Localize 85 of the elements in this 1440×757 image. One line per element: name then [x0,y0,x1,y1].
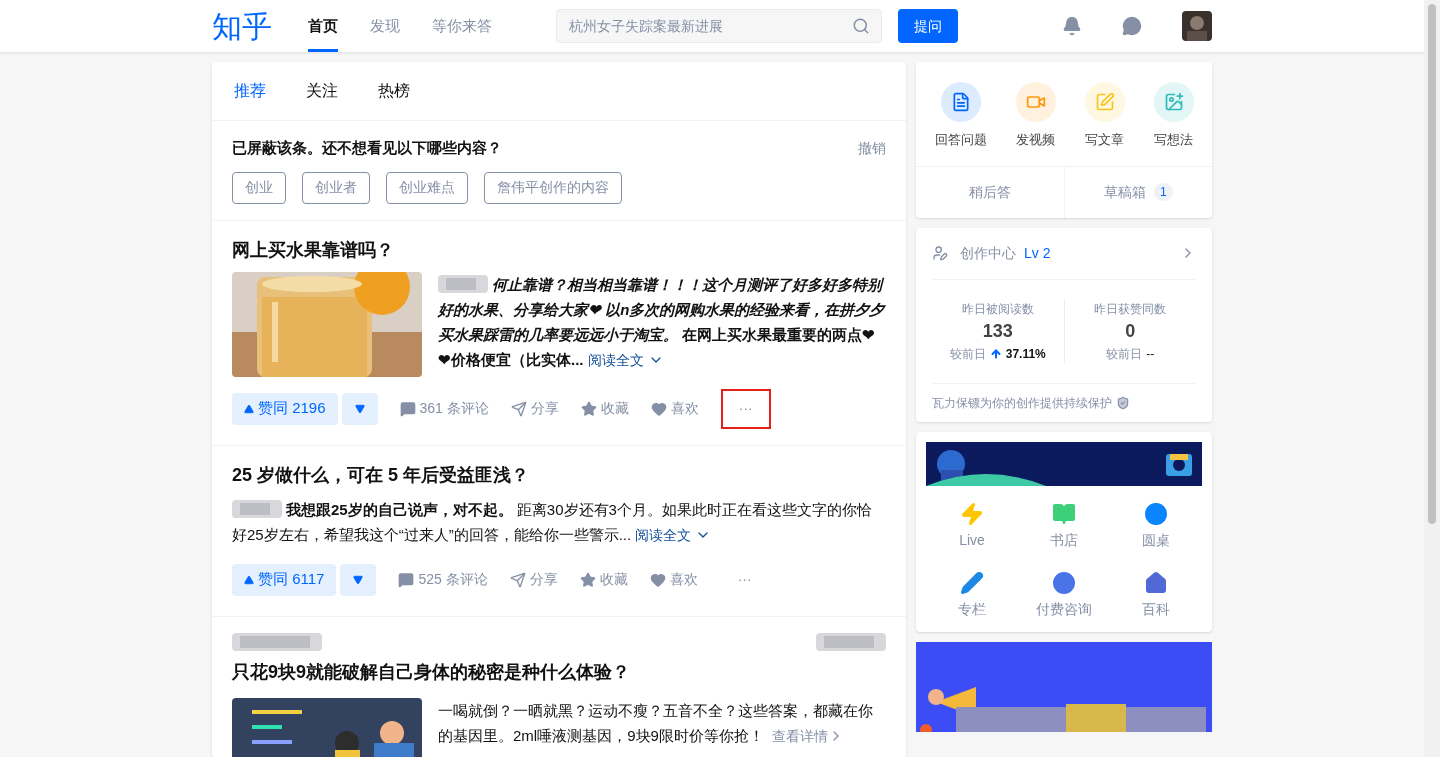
details-link[interactable]: 查看详情 [771,723,844,749]
tool-link[interactable]: 书店 [1018,501,1110,551]
stat-change: -- [1146,345,1155,363]
nav-tab[interactable]: 发现 [370,0,400,52]
ad-title[interactable]: 只花9块9就能破解自己身体的秘密是种什么体验？ [232,658,886,686]
feed-tab[interactable]: 推荐 [234,79,266,103]
triangle-icon [244,574,254,585]
downvote-button[interactable] [340,563,377,596]
upvote-button[interactable]: 赞同 6117 [232,563,337,596]
tool-link[interactable]: 圆桌 [1110,501,1202,551]
blocked-message: 已屏蔽该条。还不想看见以下哪些内容？ [232,138,502,158]
stat-value: 133 [982,319,1013,343]
tool-link[interactable]: 付费咨询 [1018,570,1110,620]
blurred-avatar [816,632,886,651]
question-title[interactable]: 25 岁做什么，可在 5 年后受益匪浅？ [232,461,886,489]
stat-label: 昨日被阅读数 [961,300,1034,318]
create-action[interactable]: 写想法 [1153,82,1194,150]
user-pen-icon [932,245,948,261]
like-button[interactable]: 喜欢 [649,569,698,590]
collect-button[interactable]: 收藏 [580,398,629,419]
tool-link[interactable]: 专栏 [926,570,1018,620]
blurred-avatar [438,274,488,293]
comment-icon [398,571,415,588]
like-button[interactable]: 喜欢 [650,398,699,419]
question-title[interactable]: 网上买水果靠谱吗？ [232,236,886,264]
blurred-avatar [232,499,282,518]
nav-tab[interactable]: 等你来答 [432,0,492,52]
notification-bell-icon[interactable] [1062,16,1082,36]
heart-icon [649,571,666,588]
arrow-up-icon [989,347,1002,360]
draft-count: 1 [1153,183,1173,201]
tool-link[interactable]: 百科 [1110,570,1202,620]
compare-label: 较前日 [949,345,986,363]
more-button[interactable]: ··· [720,388,771,429]
star-icon [580,400,597,417]
feed-tab[interactable]: 热榜 [378,79,410,103]
nav-tab[interactable]: 首页 [308,0,338,52]
chat-icon[interactable] [1122,16,1142,36]
answer-excerpt[interactable]: 我想跟25岁的自己说声，对不起。 距离30岁还有3个月。如果此时正在看这些文字的你恰好25岁左右，希望我这个“过来人”的回答，能给你一些警示... 阅读全文 [232,496,886,548]
topic-tag[interactable]: 创业难点 [386,171,468,204]
search-field[interactable]: 杭州女子失踪案最新进展 [556,9,882,43]
drafts-button[interactable]: 草稿箱 1 [1064,166,1212,218]
protection-note: 瓦力保镖为你的创作提供持续保护 [932,394,1112,412]
topic-tag[interactable]: 创业 [232,171,286,204]
stat-change: 37.11% [1005,345,1046,363]
comment-button[interactable]: 525 条评论 [398,569,488,590]
creator-level: Lv 2 [1024,243,1051,263]
feed-tab[interactable]: 关注 [306,79,338,103]
ad-excerpt: 一喝就倒？一晒就黑？运动不瘦？五音不全？这些答案，都藏在你的基因里。2ml唾液测基因，9块9限时价等你抢！ 查看详情 [438,697,886,749]
triangle-icon [353,574,364,585]
compare-label: 较前日 [1106,345,1143,363]
read-more-link[interactable]: 阅读全文 [587,347,664,373]
stat-label: 昨日获赞同数 [1094,300,1167,318]
read-more-link[interactable]: 阅读全文 [635,522,712,548]
star-icon [579,571,596,588]
topic-tag[interactable]: 詹伟平创作的内容 [484,171,622,204]
ask-button[interactable]: 提问 [898,9,958,43]
create-action[interactable]: 回答问题 [934,82,987,150]
site-logo[interactable]: 知乎 [212,3,272,49]
search-icon [852,17,870,35]
shield-icon [1116,395,1130,410]
share-icon [509,571,526,588]
stat-value: 0 [1125,319,1136,343]
share-button[interactable]: 分享 [510,398,559,419]
share-button[interactable]: 分享 [509,569,558,590]
collect-button[interactable]: 收藏 [579,569,628,590]
triangle-icon [354,403,365,414]
tool-link[interactable]: Live [926,501,1018,551]
triangle-icon [244,403,254,414]
upvote-button[interactable]: 赞同 2196 [232,392,338,425]
share-icon [510,400,527,417]
creator-center-title[interactable]: 创作中心 [960,242,1016,264]
comment-icon [399,400,416,417]
create-action[interactable]: 写文章 [1084,82,1125,150]
heart-icon [650,400,667,417]
answer-excerpt[interactable]: 何止靠谱？相当相当靠谱！！！这个月测评了好多好多特别好的水果、分享给大家❤ 以n多次的网购水果的经验来看，在拼夕夕买水果踩雷的几率要远远小于淘宝。 在网上买水果最重要的两点❤ ❤价格便宜（比实体... 阅读全文 [438,271,886,373]
user-avatar[interactable] [1182,11,1212,41]
downvote-button[interactable] [341,392,378,425]
comment-button[interactable]: 361 条评论 [399,398,489,419]
topic-tag[interactable]: 创业者 [302,171,370,204]
undo-button[interactable]: 撤销 [858,137,886,160]
answer-later-button[interactable]: 稍后答 [916,166,1065,218]
more-button[interactable]: ··· [719,559,770,600]
create-action[interactable]: 发视频 [1015,82,1056,150]
scrollbar[interactable] [1424,0,1440,757]
